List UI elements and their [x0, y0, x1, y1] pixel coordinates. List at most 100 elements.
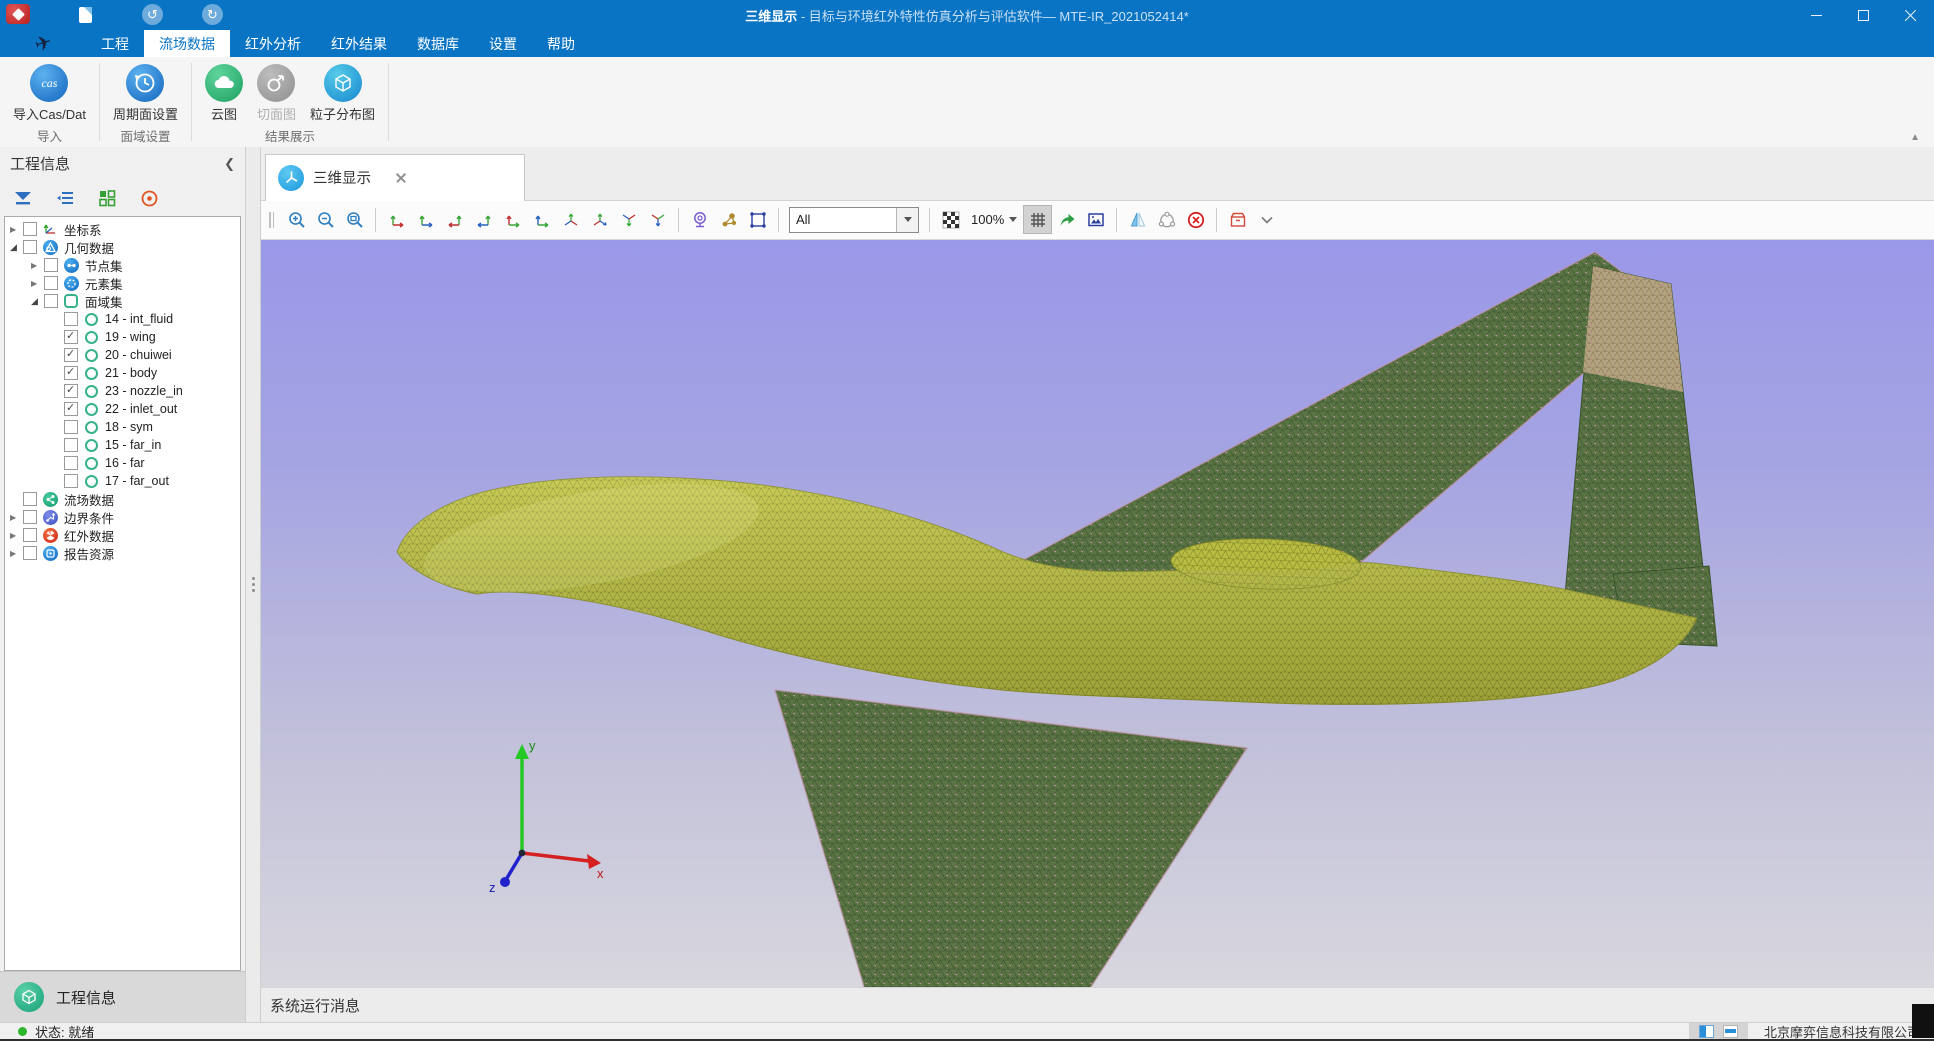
panel-splitter[interactable]: [245, 147, 261, 1022]
view-iso-sw-icon[interactable]: [556, 205, 585, 234]
selection-box-icon[interactable]: [743, 205, 772, 234]
tree-checkbox[interactable]: [23, 528, 37, 542]
zoom-in-icon[interactable]: [282, 205, 311, 234]
viewport-zoom-control[interactable]: 100%: [965, 212, 1023, 227]
expander-icon[interactable]: [31, 261, 44, 270]
expander-icon[interactable]: [10, 531, 23, 540]
toolbar-drag-handle[interactable]: [269, 212, 274, 228]
tree-item-surface-15[interactable]: 15 - far_in: [5, 436, 240, 454]
tree-item-element-set[interactable]: 元素集: [5, 274, 240, 292]
share-outline-icon[interactable]: [1152, 205, 1181, 234]
menu-flowfield-data[interactable]: 流场数据: [144, 30, 230, 57]
tree-checkbox[interactable]: [64, 348, 78, 362]
view-iso-ne-icon[interactable]: [614, 205, 643, 234]
expander-icon[interactable]: [10, 549, 23, 558]
panel-footer[interactable]: 工程信息: [0, 971, 245, 1022]
menu-help[interactable]: 帮助: [532, 30, 590, 57]
molecule-nodes-icon[interactable]: [714, 205, 743, 234]
tree-item-surface-18[interactable]: 18 - sym: [5, 418, 240, 436]
delete-icon[interactable]: [1181, 205, 1210, 234]
collapse-panel-icon[interactable]: ❮: [224, 156, 235, 172]
expander-icon[interactable]: [10, 242, 23, 253]
tree-checkbox[interactable]: [64, 402, 78, 416]
tree-item-surface-21[interactable]: 21 - body: [5, 364, 240, 382]
tree-checkbox[interactable]: [44, 276, 58, 290]
filter-icon[interactable]: [12, 187, 34, 209]
tree-item-infrared-data[interactable]: 红外数据: [5, 526, 240, 544]
tree-checkbox[interactable]: [44, 294, 58, 308]
particle-distribution-button[interactable]: 粒子分布图: [303, 61, 382, 123]
view-back-icon[interactable]: [411, 205, 440, 234]
zoom-fit-icon[interactable]: [340, 205, 369, 234]
tree-checkbox[interactable]: [23, 546, 37, 560]
tree-checkbox[interactable]: [64, 312, 78, 326]
menu-infrared-analysis[interactable]: 红外分析: [230, 30, 316, 57]
snapshot-image-icon[interactable]: [1081, 205, 1110, 234]
view-left-icon[interactable]: [440, 205, 469, 234]
undo-icon[interactable]: [142, 4, 163, 25]
app-icon[interactable]: [6, 4, 30, 24]
minimize-button[interactable]: [1793, 0, 1840, 30]
tree-checkbox[interactable]: [23, 222, 37, 236]
layout-split-icon[interactable]: [1699, 1025, 1714, 1038]
layout-bar-icon[interactable]: [1723, 1025, 1738, 1038]
collapse-ribbon-icon[interactable]: ▲: [1910, 132, 1920, 143]
mesh-grid-toggle[interactable]: [1023, 205, 1052, 234]
view-iso-nw-icon[interactable]: [643, 205, 672, 234]
tab-close-icon[interactable]: [394, 171, 408, 185]
tree-item-surface-20[interactable]: 20 - chuiwei: [5, 346, 240, 364]
transparency-checkerboard-icon[interactable]: [936, 205, 965, 234]
camera-view-icon[interactable]: [685, 205, 714, 234]
menu-settings[interactable]: 设置: [474, 30, 532, 57]
mirror-icon[interactable]: [1123, 205, 1152, 234]
periodic-surface-button[interactable]: 周期面设置: [106, 61, 185, 123]
package-box-icon[interactable]: [1223, 205, 1252, 234]
menu-engineering[interactable]: 工程: [86, 30, 144, 57]
close-button[interactable]: [1887, 0, 1934, 30]
tree-checkbox[interactable]: [64, 330, 78, 344]
tree-checkbox[interactable]: [64, 474, 78, 488]
tree-checkbox[interactable]: [23, 510, 37, 524]
tree-item-surface-22[interactable]: 22 - inlet_out: [5, 400, 240, 418]
export-arrow-icon[interactable]: [1052, 205, 1081, 234]
expander-icon[interactable]: [10, 513, 23, 522]
tree-checkbox[interactable]: [23, 240, 37, 254]
tree-item-report-resources[interactable]: 报告资源: [5, 544, 240, 562]
expander-icon[interactable]: [31, 296, 44, 307]
tree-checkbox[interactable]: [64, 366, 78, 380]
dropdown-arrow-button[interactable]: [896, 208, 918, 232]
menu-infrared-results[interactable]: 红外结果: [316, 30, 402, 57]
tree-checkbox[interactable]: [64, 438, 78, 452]
expander-icon[interactable]: [10, 225, 23, 234]
tree-item-surface-19[interactable]: 19 - wing: [5, 328, 240, 346]
tree-item-geometry-data[interactable]: 几何数据: [5, 238, 240, 256]
outline-list-icon[interactable]: [54, 187, 76, 209]
restore-button[interactable]: [1840, 0, 1887, 30]
tab-3d-display[interactable]: 三维显示: [265, 154, 525, 201]
tree-checkbox[interactable]: [64, 384, 78, 398]
new-document-icon[interactable]: [74, 4, 96, 26]
splitter-grip[interactable]: [252, 577, 255, 592]
view-front-icon[interactable]: [382, 205, 411, 234]
tree-checkbox[interactable]: [64, 456, 78, 470]
view-bottom-icon[interactable]: [527, 205, 556, 234]
expander-icon[interactable]: [31, 279, 44, 288]
tree-item-coordinate-system[interactable]: 坐标系: [5, 220, 240, 238]
tree-item-flowfield-data[interactable]: 流场数据: [5, 490, 240, 508]
tree-checkbox[interactable]: [44, 258, 58, 272]
tree-item-surface-23[interactable]: 23 - nozzle_in: [5, 382, 240, 400]
locate-target-icon[interactable]: [138, 187, 160, 209]
tree-item-boundary-conditions[interactable]: 边界条件: [5, 508, 240, 526]
package-dropdown-chevron-icon[interactable]: [1252, 205, 1281, 234]
tree-item-surface-14[interactable]: 14 - int_fluid: [5, 310, 240, 328]
view-top-icon[interactable]: [498, 205, 527, 234]
tree-item-surface-16[interactable]: 16 - far: [5, 454, 240, 472]
tree-item-surface-set[interactable]: 面域集: [5, 292, 240, 310]
tree-item-node-set[interactable]: 节点集: [5, 256, 240, 274]
contour-cloud-button[interactable]: 云图: [198, 61, 250, 123]
tree-checkbox[interactable]: [64, 420, 78, 434]
zoom-out-icon[interactable]: [311, 205, 340, 234]
menu-database[interactable]: 数据库: [402, 30, 474, 57]
redo-icon[interactable]: [202, 4, 223, 25]
thumbnail-grid-icon[interactable]: [96, 187, 118, 209]
